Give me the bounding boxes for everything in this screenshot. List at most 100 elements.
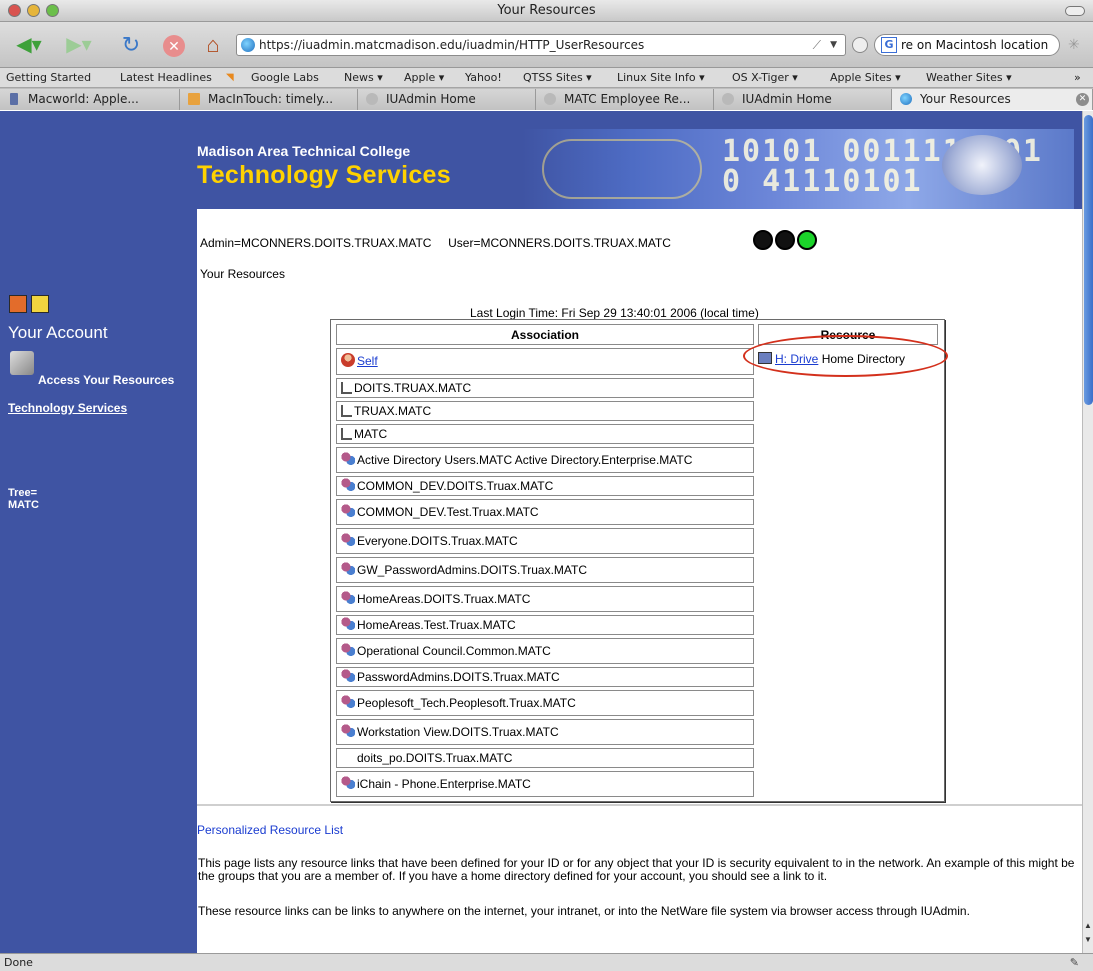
- banner-artwork: 10101 0011110101 0 41110101: [522, 129, 1074, 209]
- tab-iuadmin-home-1[interactable]: IUAdmin Home: [358, 89, 536, 110]
- reload-icon[interactable]: ↻: [117, 33, 145, 57]
- bookmark-item[interactable]: Weather Sites ▾: [926, 68, 1012, 87]
- window-titlebar: Your Resources: [0, 0, 1093, 22]
- bookmark-item[interactable]: QTSS Sites ▾: [523, 68, 592, 87]
- macworld-favicon-icon: [10, 93, 18, 105]
- bookmark-item[interactable]: Apple Sites ▾: [830, 68, 901, 87]
- feed-icon[interactable]: ⟋: [813, 35, 821, 55]
- association-name: Workstation View.DOITS.Truax.MATC: [357, 725, 559, 739]
- resource-header: Resource: [758, 324, 938, 345]
- close-tab-icon[interactable]: ✕: [1076, 93, 1089, 106]
- personalized-resource-list-link[interactable]: Personalized Resource List: [197, 823, 343, 837]
- bookmark-item[interactable]: OS X-Tiger ▾: [732, 68, 798, 87]
- user-icon: [341, 353, 355, 367]
- technology-services-link[interactable]: Technology Services: [8, 401, 127, 415]
- tab-macworld[interactable]: Macworld: Apple...: [0, 89, 180, 110]
- access-your-resources-link[interactable]: Access Your Resources: [38, 373, 174, 387]
- bookmark-item[interactable]: Google Labs: [251, 68, 319, 87]
- drive-icon: [758, 352, 772, 364]
- group-icon: [341, 617, 355, 631]
- last-login-time: Last Login Time: Fri Sep 29 13:40:01 200…: [470, 306, 759, 320]
- url-input[interactable]: https://iuadmin.matcmadison.edu/iuadmin/…: [236, 34, 846, 56]
- page-title: Your Resources: [200, 267, 285, 281]
- group-icon: [341, 591, 355, 605]
- table-row: Operational Council.Common.MATC: [336, 638, 754, 664]
- back-arrow-icon[interactable]: ◀▾: [12, 33, 46, 57]
- tab-iuadmin-home-2[interactable]: IUAdmin Home: [714, 89, 892, 110]
- tree-info: Tree= MATC: [8, 487, 39, 511]
- table-row: iChain - Phone.Enterprise.MATC: [336, 771, 754, 797]
- scroll-down-arrow-icon[interactable]: ▼: [1084, 935, 1092, 944]
- association-name: PasswordAdmins.DOITS.Truax.MATC: [357, 670, 560, 684]
- tree-label: Tree=: [8, 487, 38, 499]
- group-icon: [341, 643, 355, 657]
- table-row: Peoplesoft_Tech.Peoplesoft.Truax.MATC: [336, 690, 754, 716]
- bookmark-item[interactable]: News ▾: [344, 68, 383, 87]
- association-name: DOITS.TRUAX.MATC: [354, 381, 472, 395]
- group-icon: [341, 562, 355, 576]
- search-input[interactable]: G re on Macintosh location: [874, 34, 1060, 56]
- college-name: Madison Area Technical College: [197, 143, 411, 159]
- association-name: Everyone.DOITS.Truax.MATC: [357, 534, 518, 548]
- group-icon: [341, 452, 355, 466]
- tab-your-resources[interactable]: Your Resources ✕: [892, 89, 1093, 110]
- bookmark-item[interactable]: Yahoo!: [465, 68, 502, 87]
- tab-label: IUAdmin Home: [386, 92, 476, 106]
- table-row: GW_PasswordAdmins.DOITS.Truax.MATC: [336, 557, 754, 583]
- association-header: Association: [336, 324, 754, 345]
- scroll-up-arrow-icon[interactable]: ▲: [1084, 921, 1092, 930]
- table-row: doits_po.DOITS.Truax.MATC: [336, 748, 754, 768]
- sidebar-title: Your Account: [8, 323, 108, 342]
- tab-label: MATC Employee Re...: [564, 92, 691, 106]
- go-button[interactable]: [852, 37, 868, 53]
- association-name: COMMON_DEV.DOITS.Truax.MATC: [357, 479, 554, 493]
- bookmarks-bar: Getting Started Latest Headlines ◥ Googl…: [0, 68, 1093, 88]
- bookmarks-overflow-icon[interactable]: »: [1074, 68, 1081, 87]
- department-title: Technology Services: [197, 161, 451, 189]
- resources-icon[interactable]: [10, 351, 34, 375]
- circuit-graphic: [542, 139, 702, 199]
- association-name: COMMON_DEV.Test.Truax.MATC: [357, 505, 539, 519]
- scrollbar-thumb[interactable]: [1084, 115, 1093, 405]
- self-link[interactable]: Self: [357, 354, 378, 368]
- url-dropdown-icon[interactable]: ▼: [830, 35, 837, 55]
- search-text: re on Macintosh location: [901, 38, 1049, 52]
- section-divider: [197, 804, 1082, 806]
- forward-arrow-icon[interactable]: ▶▾: [62, 33, 96, 57]
- group-icon: [341, 533, 355, 547]
- group-icon: [341, 669, 355, 683]
- activity-spinner-icon: ✳: [1068, 36, 1080, 52]
- vertical-scrollbar[interactable]: ▲ ▼: [1082, 111, 1093, 953]
- table-row: PasswordAdmins.DOITS.Truax.MATC: [336, 667, 754, 687]
- tab-macintouch[interactable]: MacInTouch: timely...: [180, 89, 358, 110]
- help-paragraph: These resource links can be links to any…: [198, 904, 970, 918]
- h-drive-link[interactable]: H: Drive: [775, 352, 818, 366]
- org-icon: [341, 405, 352, 417]
- globe-favicon-icon: [544, 93, 556, 105]
- association-name: MATC: [354, 427, 388, 441]
- group-icon: [341, 478, 355, 492]
- status-light-green-icon: [797, 230, 817, 250]
- bookmark-item[interactable]: Linux Site Info ▾: [617, 68, 705, 87]
- tab-label: Your Resources: [920, 92, 1011, 106]
- group-icon: [341, 776, 355, 790]
- rss-icon: ◥: [226, 72, 234, 83]
- status-bar: Done ✎: [0, 953, 1093, 971]
- google-search-icon[interactable]: G: [881, 37, 897, 53]
- url-text: https://iuadmin.matcmadison.edu/iuadmin/…: [259, 38, 645, 52]
- logout-door-icon[interactable]: [9, 295, 27, 313]
- home-icon[interactable]: ⌂: [200, 33, 226, 57]
- tab-label: Macworld: Apple...: [28, 92, 139, 106]
- association-name: Operational Council.Common.MATC: [357, 644, 551, 658]
- stop-icon[interactable]: ✕: [163, 35, 185, 57]
- navigation-toolbar: ◀▾ ▶▾ ↻ ✕ ⌂ https://iuadmin.matcmadison.…: [0, 22, 1093, 68]
- status-light-off-icon: [753, 230, 773, 250]
- bookmark-item[interactable]: Apple ▾: [404, 68, 444, 87]
- toolbar-toggle-button[interactable]: [1065, 6, 1085, 16]
- table-row: Everyone.DOITS.Truax.MATC: [336, 528, 754, 554]
- tab-matc-employee[interactable]: MATC Employee Re...: [536, 89, 714, 110]
- folder-icon[interactable]: [31, 295, 49, 313]
- bookmark-item[interactable]: Latest Headlines: [120, 68, 212, 87]
- bookmark-item[interactable]: Getting Started: [6, 68, 91, 87]
- left-sidebar: [0, 111, 197, 953]
